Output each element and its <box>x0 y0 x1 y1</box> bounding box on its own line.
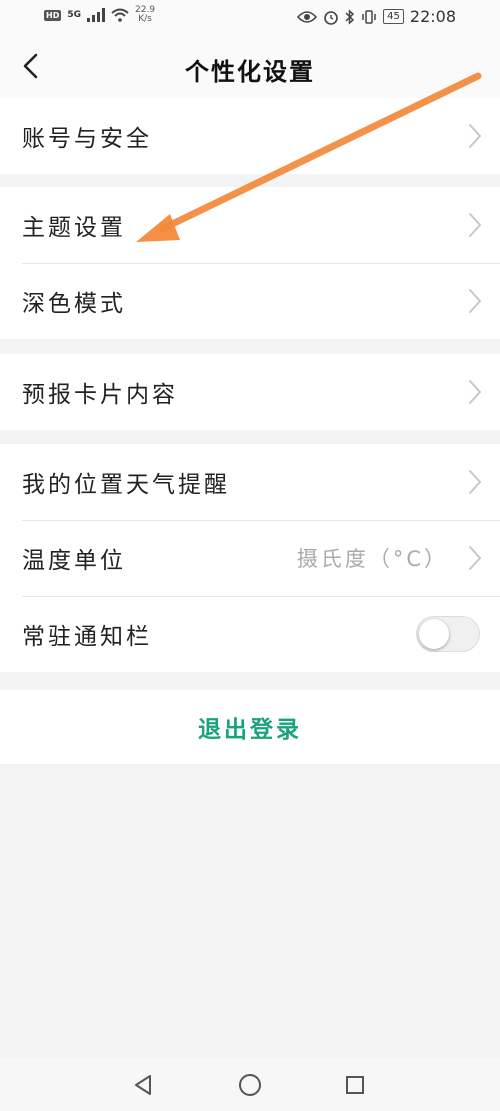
wifi-icon <box>111 8 129 22</box>
signal-icon <box>87 8 105 22</box>
chevron-right-icon <box>469 289 482 313</box>
row-account-security[interactable]: 账号与安全 <box>0 98 500 174</box>
nav-recents-button[interactable] <box>340 1070 370 1100</box>
hd-badge: HD <box>44 9 62 21</box>
square-recents-icon <box>346 1076 364 1094</box>
toggle-knob <box>419 619 449 649</box>
notification-bar-toggle[interactable] <box>416 616 480 652</box>
triangle-back-icon <box>135 1075 151 1095</box>
chevron-right-icon <box>469 380 482 404</box>
app-header: 个性化设置 <box>0 36 500 98</box>
row-location-weather-alert[interactable]: 我的位置天气提醒 <box>0 444 500 520</box>
row-label: 主题设置 <box>22 215 126 241</box>
status-left: HD 5G 22.9 K/s <box>44 6 155 24</box>
group-preferences: 我的位置天气提醒 温度单位 摄氏度（°C） 常驻通知栏 <box>0 444 500 672</box>
chevron-right-icon <box>469 124 482 148</box>
chevron-right-icon <box>469 546 482 570</box>
bluetooth-icon <box>345 8 355 25</box>
row-forecast-card-content[interactable]: 预报卡片内容 <box>0 354 500 430</box>
row-label: 常驻通知栏 <box>22 624 152 650</box>
group-appearance: 主题设置 深色模式 <box>0 187 500 339</box>
nav-home-button[interactable] <box>235 1070 265 1100</box>
row-label: 温度单位 <box>22 548 126 574</box>
status-right: 45 22:08 <box>297 7 456 26</box>
alarm-icon <box>324 10 338 25</box>
nav-back-button[interactable] <box>128 1070 158 1100</box>
vibrate-icon <box>362 9 376 24</box>
row-label: 预报卡片内容 <box>22 382 178 408</box>
network-speed: 22.9 K/s <box>135 6 155 24</box>
row-label: 账号与安全 <box>22 126 152 152</box>
eye-icon <box>297 10 318 23</box>
speed-unit: K/s <box>138 14 152 24</box>
logout-label: 退出登录 <box>198 717 302 743</box>
row-label: 我的位置天气提醒 <box>22 472 230 498</box>
row-persistent-notification: 常驻通知栏 <box>0 596 500 672</box>
row-dark-mode[interactable]: 深色模式 <box>0 263 500 339</box>
system-nav-bar <box>0 1058 500 1111</box>
clock: 22:08 <box>409 7 456 26</box>
page-title: 个性化设置 <box>185 58 315 86</box>
row-theme-settings[interactable]: 主题设置 <box>0 187 500 263</box>
battery-icon: 45 <box>383 9 404 24</box>
temperature-unit-value: 摄氏度（°C） <box>296 547 448 571</box>
chevron-right-icon <box>469 470 482 494</box>
logout-button[interactable]: 退出登录 <box>0 690 500 764</box>
group-account: 账号与安全 <box>0 98 500 174</box>
status-bar: HD 5G 22.9 K/s 45 22:08 <box>0 0 500 36</box>
chevron-right-icon <box>469 213 482 237</box>
row-temperature-unit[interactable]: 温度单位 摄氏度（°C） <box>0 520 500 596</box>
row-label: 深色模式 <box>22 291 126 317</box>
group-forecast: 预报卡片内容 <box>0 354 500 430</box>
circle-home-icon <box>239 1074 261 1096</box>
network-type: 5G <box>67 10 81 20</box>
